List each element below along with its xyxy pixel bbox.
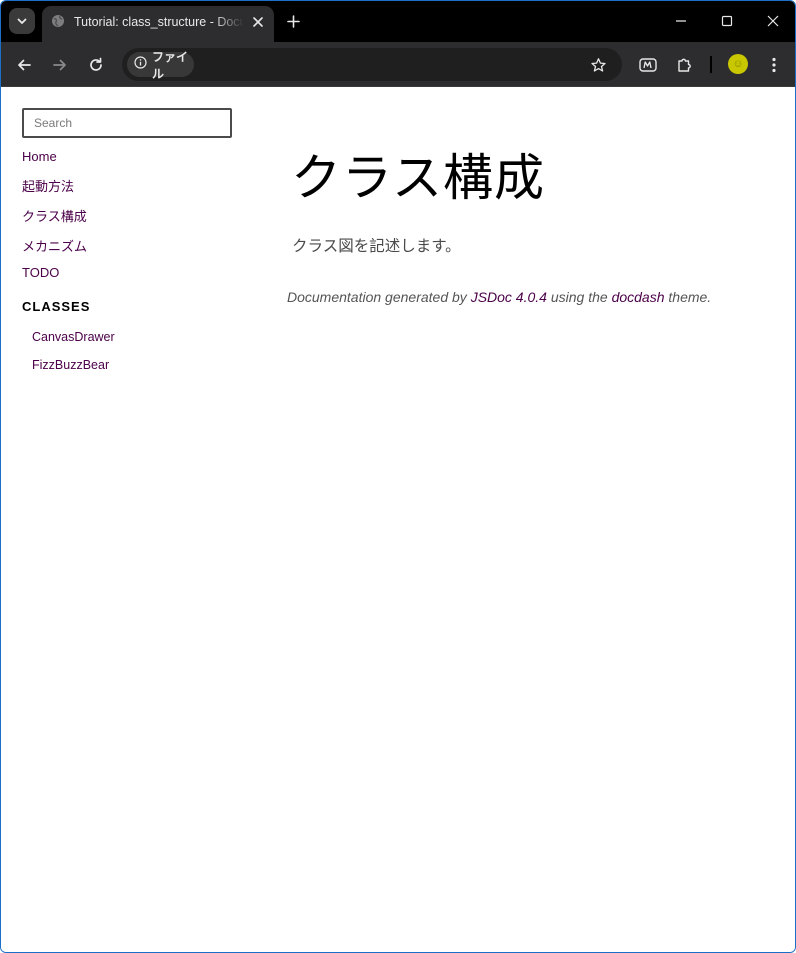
nav-link-home[interactable]: Home — [22, 149, 57, 164]
footer-middle: using the — [546, 289, 612, 305]
site-chip-label: ファイル — [152, 49, 189, 81]
jsdoc-link[interactable]: JSDoc 4.0.4 — [471, 289, 547, 305]
browser-window: Tutorial: class_structure - Documentatio… — [0, 0, 796, 953]
search-input[interactable] — [22, 108, 232, 138]
plus-icon[interactable] — [283, 11, 303, 31]
nav-link-todo[interactable]: TODO — [22, 265, 59, 280]
browser-tab-active[interactable]: Tutorial: class_structure - Documentatio… — [42, 6, 274, 42]
minimize-icon[interactable] — [670, 11, 692, 31]
address-bar[interactable]: ファイル — [122, 48, 622, 81]
page-title: クラス構成 — [291, 150, 545, 206]
tab-search-icon[interactable] — [9, 8, 35, 34]
tab-title: Tutorial: class_structure - Documentatio… — [74, 15, 244, 29]
avatar[interactable]: ☺ — [728, 54, 748, 74]
nav-link-startup[interactable]: 起動方法 — [22, 176, 74, 195]
tab-strip: Tutorial: class_structure - Documentatio… — [1, 1, 795, 42]
star-icon[interactable] — [588, 55, 608, 75]
classes-heading: CLASSES — [22, 299, 91, 314]
footer: Documentation generated by JSDoc 4.0.4 u… — [287, 289, 711, 305]
kebab-menu-icon[interactable] — [762, 53, 786, 77]
forward-icon[interactable] — [48, 53, 72, 77]
docdash-link[interactable]: docdash — [612, 289, 665, 305]
class-link-canvasdrawer[interactable]: CanvasDrawer — [32, 330, 115, 344]
puzzle-icon[interactable] — [672, 53, 696, 77]
footer-suffix: theme. — [664, 289, 712, 305]
back-icon[interactable] — [12, 53, 36, 77]
browser-toolbar: ファイル ☺ — [1, 42, 795, 87]
info-icon — [134, 55, 147, 74]
nav-link-class-structure[interactable]: クラス構成 — [22, 206, 87, 225]
footer-prefix: Documentation generated by — [287, 289, 471, 305]
extension-m-icon[interactable] — [636, 53, 660, 77]
nav-link-mechanism[interactable]: メカニズム — [22, 236, 87, 255]
window-close-icon[interactable] — [762, 11, 784, 31]
toolbar-divider — [710, 56, 712, 73]
close-icon[interactable] — [249, 13, 267, 31]
page-content: Home 起動方法 クラス構成 メカニズム TODO CLASSES Canva… — [1, 88, 795, 952]
class-link-fizzbuzzbear[interactable]: FizzBuzzBear — [32, 358, 109, 372]
reload-icon[interactable] — [84, 53, 108, 77]
maximize-icon[interactable] — [716, 11, 738, 31]
site-info-chip[interactable]: ファイル — [127, 50, 194, 81]
globe-icon — [51, 14, 65, 28]
page-description: クラス図を記述します。 — [292, 238, 461, 255]
